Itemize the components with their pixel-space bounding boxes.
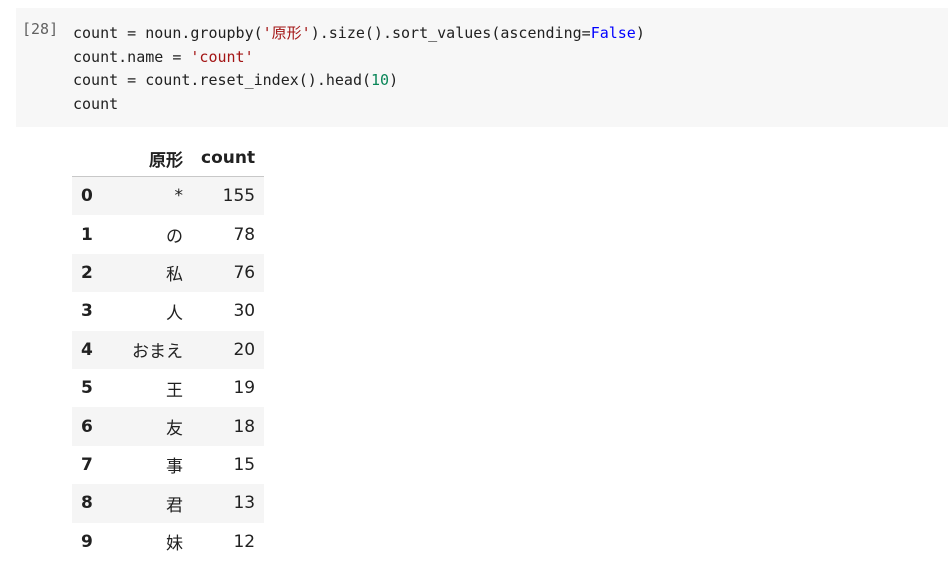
row-index: 8 — [81, 493, 93, 514]
column-header-count: count — [192, 140, 265, 177]
index-header — [72, 140, 110, 177]
row-index: 1 — [81, 224, 93, 245]
code-line-3: count = count.reset_index().head(10) — [73, 69, 645, 93]
word-cell: おまえ — [132, 342, 183, 363]
word-cell: 事 — [166, 457, 183, 478]
table-row: 0 * 155 — [72, 176, 265, 216]
row-index: 4 — [81, 339, 93, 360]
table-row: 2 私 76 — [72, 253, 265, 293]
count-cell: 15 — [233, 454, 256, 475]
code-token: count — [73, 94, 119, 113]
count-cell: 13 — [233, 493, 256, 514]
code-token: ) — [635, 24, 645, 42]
word-cell: 私 — [166, 265, 183, 286]
word-cell: の — [166, 227, 183, 248]
code-line-2: count.name = 'count' — [73, 46, 645, 70]
row-index: 7 — [81, 454, 93, 475]
cell-output: 原形 count 0 * 155 1 の 78 2 私 76 3 人 30 4 … — [72, 140, 265, 561]
code-token: ) — [389, 71, 399, 89]
table-row: 8 君 13 — [72, 484, 265, 523]
row-index: 5 — [81, 378, 93, 399]
count-cell: 12 — [233, 531, 256, 552]
table-row: 5 王 19 — [72, 369, 264, 407]
code-token: count = noun.groupby( — [73, 24, 263, 42]
code-string-token: '原形' — [262, 24, 311, 42]
table-row: 4 おまえ 20 — [72, 330, 265, 369]
word-cell: * — [174, 186, 184, 207]
code-editor[interactable]: count = noun.groupby('原形').size().sort_v… — [73, 22, 645, 116]
column-header-word: 原形 — [110, 140, 192, 177]
count-cell: 78 — [233, 224, 256, 245]
table-row: 1 の 78 — [72, 215, 264, 253]
row-index: 9 — [81, 531, 93, 552]
count-cell: 18 — [233, 416, 256, 437]
table-row: 3 人 30 — [72, 292, 264, 330]
count-cell: 30 — [233, 301, 256, 322]
row-index: 3 — [81, 301, 93, 322]
code-keyword-token: False — [590, 24, 636, 42]
row-index: 0 — [81, 186, 93, 207]
table-row: 6 友 18 — [72, 407, 265, 446]
count-cell: 20 — [233, 339, 256, 360]
count-cell: 76 — [233, 262, 256, 283]
code-string-token: 'count' — [190, 47, 254, 66]
row-index: 2 — [81, 262, 93, 283]
table-row: 9 妹 12 — [72, 523, 264, 561]
code-number-token: 10 — [371, 71, 390, 89]
word-cell: 妹 — [166, 534, 183, 555]
word-cell: 人 — [166, 303, 183, 324]
code-cell[interactable]: [28] count = noun.groupby('原形').size().s… — [16, 8, 948, 127]
row-index: 6 — [81, 416, 93, 437]
word-cell: 王 — [166, 380, 183, 401]
count-cell: 19 — [233, 378, 256, 399]
word-cell: 君 — [166, 495, 183, 516]
code-token: count.name = — [73, 47, 191, 66]
execution-count-prompt: [28] — [22, 20, 59, 38]
code-line-4: count — [73, 93, 645, 117]
code-line-1: count = noun.groupby('原形').size().sort_v… — [73, 22, 645, 46]
table-header-row: 原形 count — [72, 140, 265, 177]
word-cell: 友 — [166, 419, 183, 440]
count-cell: 155 — [222, 186, 256, 207]
code-token: count = count.reset_index().head( — [73, 71, 372, 89]
code-token: ).size().sort_values(ascending= — [310, 24, 591, 42]
table-row: 7 事 15 — [72, 446, 264, 484]
dataframe-table: 原形 count 0 * 155 1 の 78 2 私 76 3 人 30 4 … — [72, 140, 265, 561]
